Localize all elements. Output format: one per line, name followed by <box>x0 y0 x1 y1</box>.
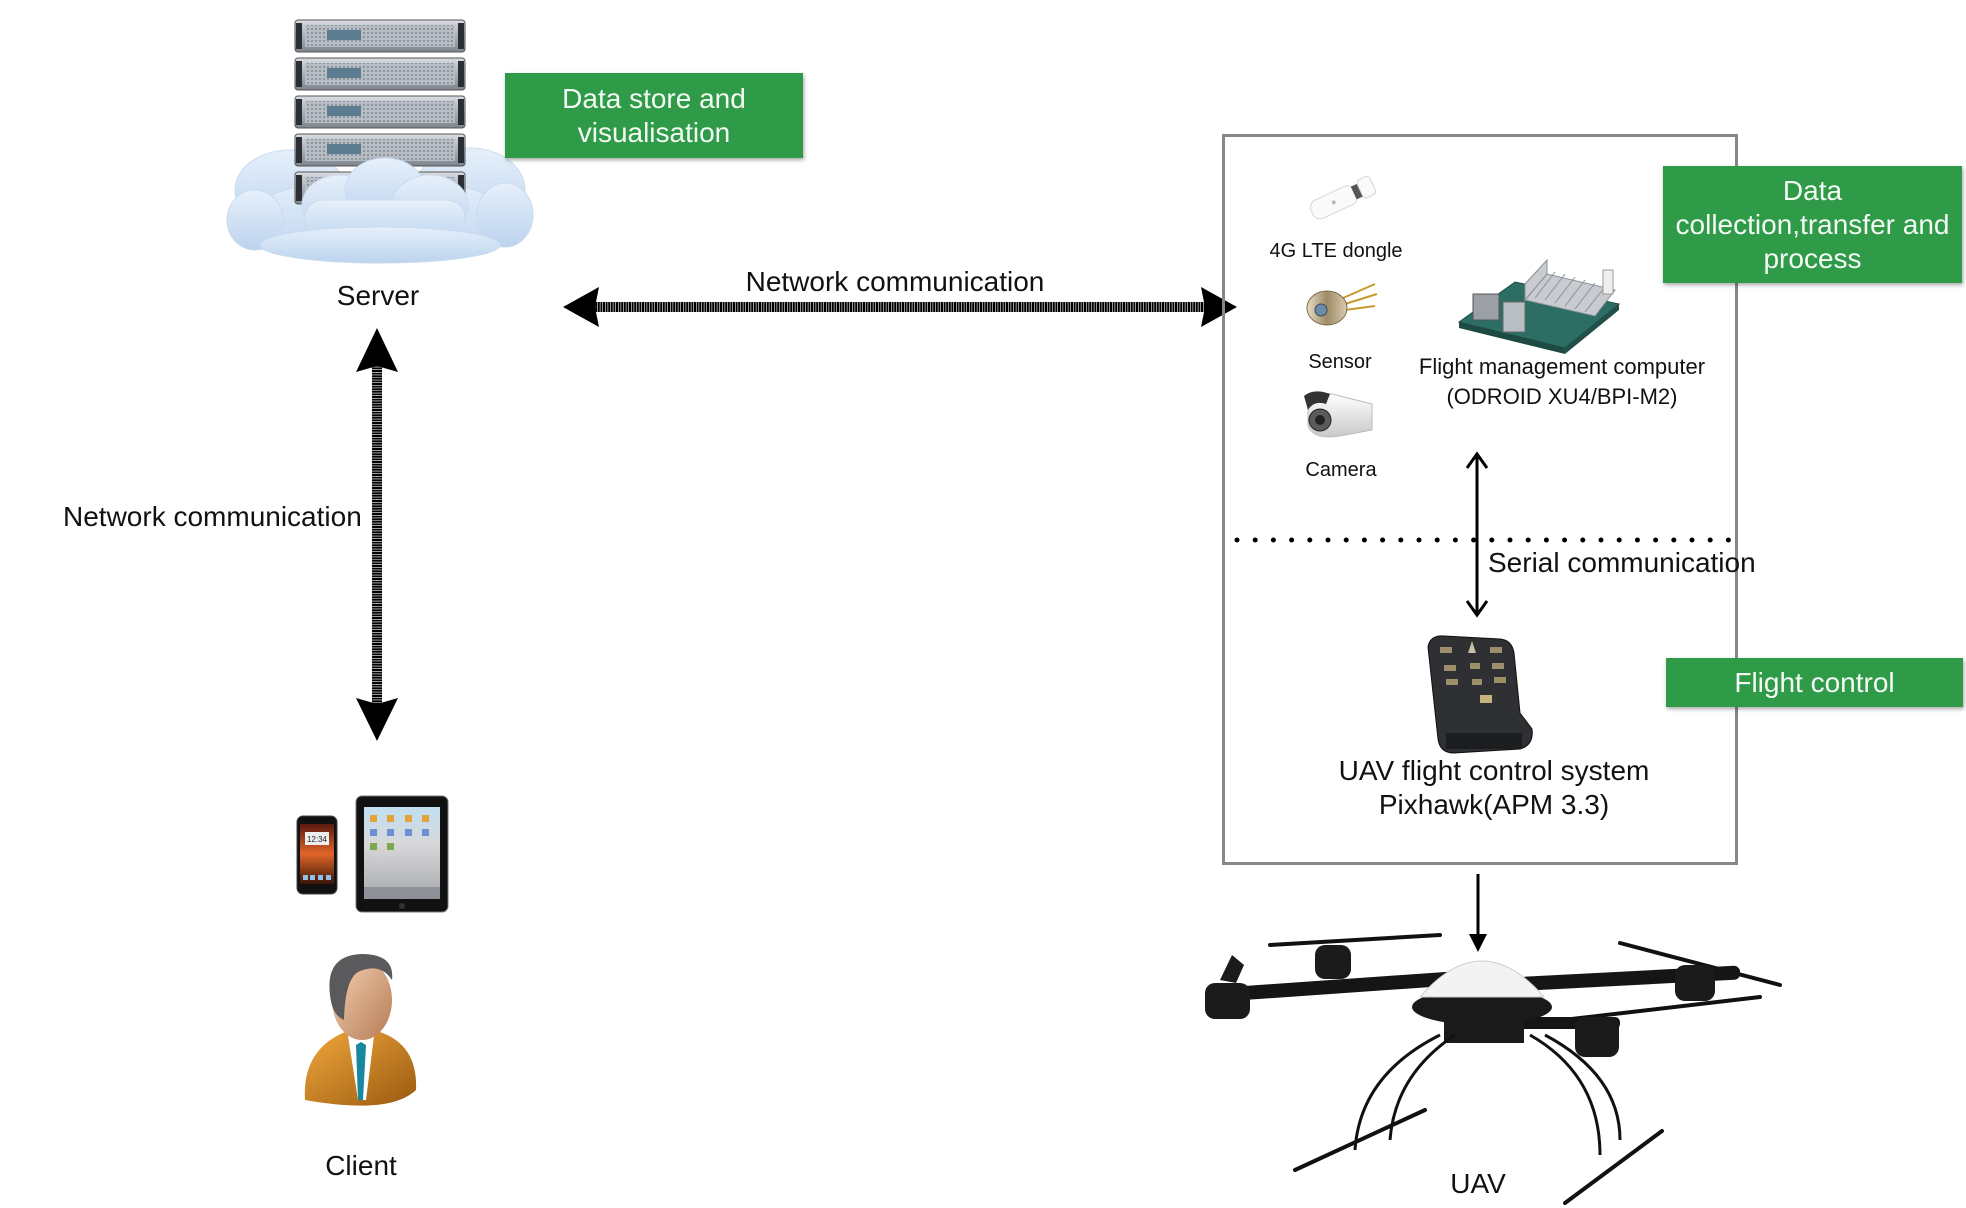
flight-computer-board-icon <box>1457 258 1621 354</box>
lte-dongle-label: 4G LTE dongle <box>1269 240 1403 262</box>
sensor-icon <box>1306 283 1378 326</box>
server-label: Server <box>336 280 420 311</box>
tag-flight-control: Flight control <box>1666 658 1963 707</box>
sensor-label: Sensor <box>1308 351 1372 373</box>
server-cloud-icon <box>226 19 534 264</box>
camera-label: Camera <box>1305 459 1377 481</box>
flight-control-system-label-line-2: Pixhawk(APM 3.3) <box>1378 789 1610 820</box>
tag-data-store-line-2: visualisation <box>577 116 731 148</box>
tablet-icon <box>355 795 449 913</box>
smartphone-icon: 12:34 <box>296 815 338 895</box>
tag-data-store: Data store and visualisation <box>505 73 803 158</box>
camera-icon <box>1304 391 1373 438</box>
serial-link-label: Serial communication <box>1488 547 1756 578</box>
pixhawk-controller-icon <box>1427 635 1533 754</box>
uav-label: UAV <box>1450 1168 1506 1199</box>
tag-data-collection-line-2: collection,transfer and <box>1675 208 1950 240</box>
flight-computer-label-line-2: (ODROID XU4/BPI-M2) <box>1446 384 1678 409</box>
tag-data-store-line-1: Data store and <box>562 82 746 114</box>
tag-data-collection-line-3: process <box>1763 242 1862 274</box>
uav-drone-icon <box>1205 933 1782 1205</box>
flight-control-system-label: UAV flight control system Pixhawk(APM 3.… <box>1339 754 1650 822</box>
lte-dongle-icon <box>1309 175 1377 220</box>
flight-control-system-label-line-1: UAV flight control system <box>1338 755 1650 786</box>
client-user-icon <box>304 954 417 1106</box>
tag-flight-control-line-1: Flight control <box>1734 666 1895 698</box>
network-arrow-horizontal <box>563 287 1237 327</box>
client-label: Client <box>325 1150 397 1181</box>
phone-clock: 12:34 <box>307 835 328 844</box>
tag-data-collection: Data collection,transfer and process <box>1663 166 1962 283</box>
network-link-label-client: Network communication <box>63 501 362 532</box>
tag-data-collection-line-1: Data <box>1782 174 1843 206</box>
flight-computer-label: Flight management computer (ODROID XU4/B… <box>1419 352 1705 412</box>
network-arrow-vertical <box>356 328 398 741</box>
flight-computer-label-line-1: Flight management computer <box>1418 354 1706 379</box>
serial-arrow <box>1465 451 1489 618</box>
